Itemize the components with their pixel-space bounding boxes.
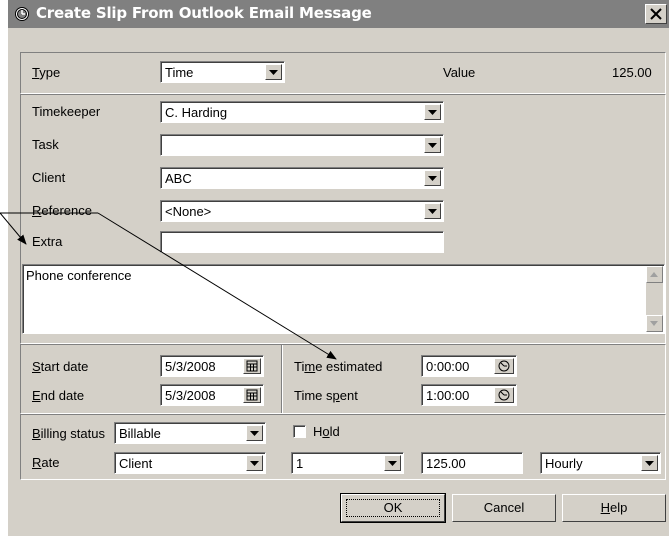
value-label: Value	[443, 65, 476, 80]
time-spent-input[interactable]: 1:00:00	[421, 384, 517, 406]
start-date-input[interactable]: 5/3/2008	[160, 355, 264, 377]
time-spent-label: Time spent	[294, 388, 358, 403]
extra-input[interactable]	[160, 231, 444, 253]
hold-checkbox[interactable]	[293, 425, 306, 438]
close-button[interactable]	[645, 4, 667, 24]
time-estimated-label: Time estimated	[294, 359, 383, 374]
start-date-label: Start date	[32, 359, 89, 374]
dialog-window: Create Slip From Outlook Email Message T…	[8, 0, 669, 536]
scroll-up-icon[interactable]	[646, 266, 663, 283]
type-label: Type	[32, 65, 61, 80]
rate-level-value: 1	[296, 456, 304, 471]
dropdown-arrow-icon[interactable]	[641, 455, 658, 471]
timekeeper-select[interactable]: C. Harding	[160, 101, 444, 123]
help-label-initial: H	[600, 500, 611, 515]
description-text: Phone conference	[26, 268, 132, 283]
focus-rect	[346, 499, 440, 517]
type-value: Time	[165, 65, 194, 80]
value-amount: 125.00	[612, 65, 652, 80]
rate-source-value: Client	[119, 456, 153, 471]
dropdown-arrow-icon[interactable]	[424, 137, 441, 153]
time-spent-value: 1:00:00	[426, 388, 470, 403]
description-textarea[interactable]: Phone conference	[22, 264, 665, 334]
dropdown-arrow-icon[interactable]	[424, 170, 441, 186]
calendar-icon[interactable]	[243, 387, 261, 403]
rate-amount-value: 125.00	[426, 456, 466, 471]
cancel-label: Cancel	[483, 500, 525, 515]
dropdown-arrow-icon[interactable]	[246, 425, 263, 441]
help-label-rest: elp	[610, 500, 628, 515]
end-date-label: End date	[32, 388, 85, 403]
timekeeper-label: Timekeeper	[32, 104, 101, 119]
reference-select[interactable]: <None>	[160, 200, 444, 222]
billing-status-select[interactable]: Billable	[114, 422, 266, 444]
dates-divider-light	[282, 345, 283, 413]
timer-icon[interactable]	[494, 358, 514, 374]
rate-unit-select[interactable]: Hourly	[540, 452, 661, 474]
task-select[interactable]	[160, 134, 444, 156]
reference-label: Reference	[32, 203, 92, 218]
client-label: Client	[32, 170, 66, 185]
rate-label: Rate	[32, 455, 60, 470]
time-estimated-value: 0:00:00	[426, 359, 470, 374]
description-scrollbar[interactable]	[646, 266, 663, 332]
rate-amount-input[interactable]: 125.00	[421, 452, 523, 474]
dropdown-arrow-icon[interactable]	[265, 64, 282, 80]
time-estimated-input[interactable]: 0:00:00	[421, 355, 517, 377]
hold-label: Hold	[313, 424, 340, 439]
dropdown-arrow-icon[interactable]	[424, 104, 441, 120]
window-title: Create Slip From Outlook Email Message	[36, 4, 372, 22]
dates-panel	[20, 344, 666, 414]
start-date-value: 5/3/2008	[165, 359, 216, 374]
client-value: ABC	[165, 171, 192, 186]
rate-unit-value: Hourly	[545, 456, 583, 471]
title-bar: Create Slip From Outlook Email Message	[8, 0, 669, 28]
help-button[interactable]: Help	[562, 494, 666, 522]
dropdown-arrow-icon[interactable]	[384, 455, 401, 471]
task-label: Task	[32, 137, 59, 152]
type-select[interactable]: Time	[160, 61, 285, 83]
type-panel	[20, 52, 666, 94]
client-select[interactable]: ABC	[160, 167, 444, 189]
rate-source-select[interactable]: Client	[114, 452, 266, 474]
end-date-input[interactable]: 5/3/2008	[160, 384, 264, 406]
calendar-icon[interactable]	[243, 358, 261, 374]
reference-value: <None>	[165, 204, 212, 219]
dropdown-arrow-icon[interactable]	[246, 455, 263, 471]
scroll-down-icon[interactable]	[646, 315, 663, 332]
billing-status-label: Billing status	[32, 426, 105, 441]
timer-icon[interactable]	[494, 387, 514, 403]
ok-button[interactable]: OK	[340, 493, 446, 523]
extra-label: Extra	[32, 234, 63, 249]
cancel-button[interactable]: Cancel	[452, 494, 556, 522]
clock-icon	[14, 6, 30, 22]
end-date-value: 5/3/2008	[165, 388, 216, 403]
dropdown-arrow-icon[interactable]	[424, 203, 441, 219]
rate-level-select[interactable]: 1	[291, 452, 404, 474]
timekeeper-value: C. Harding	[165, 105, 228, 120]
close-icon	[650, 8, 662, 20]
type-label-rest: ype	[39, 65, 61, 80]
billing-status-value: Billable	[119, 426, 161, 441]
